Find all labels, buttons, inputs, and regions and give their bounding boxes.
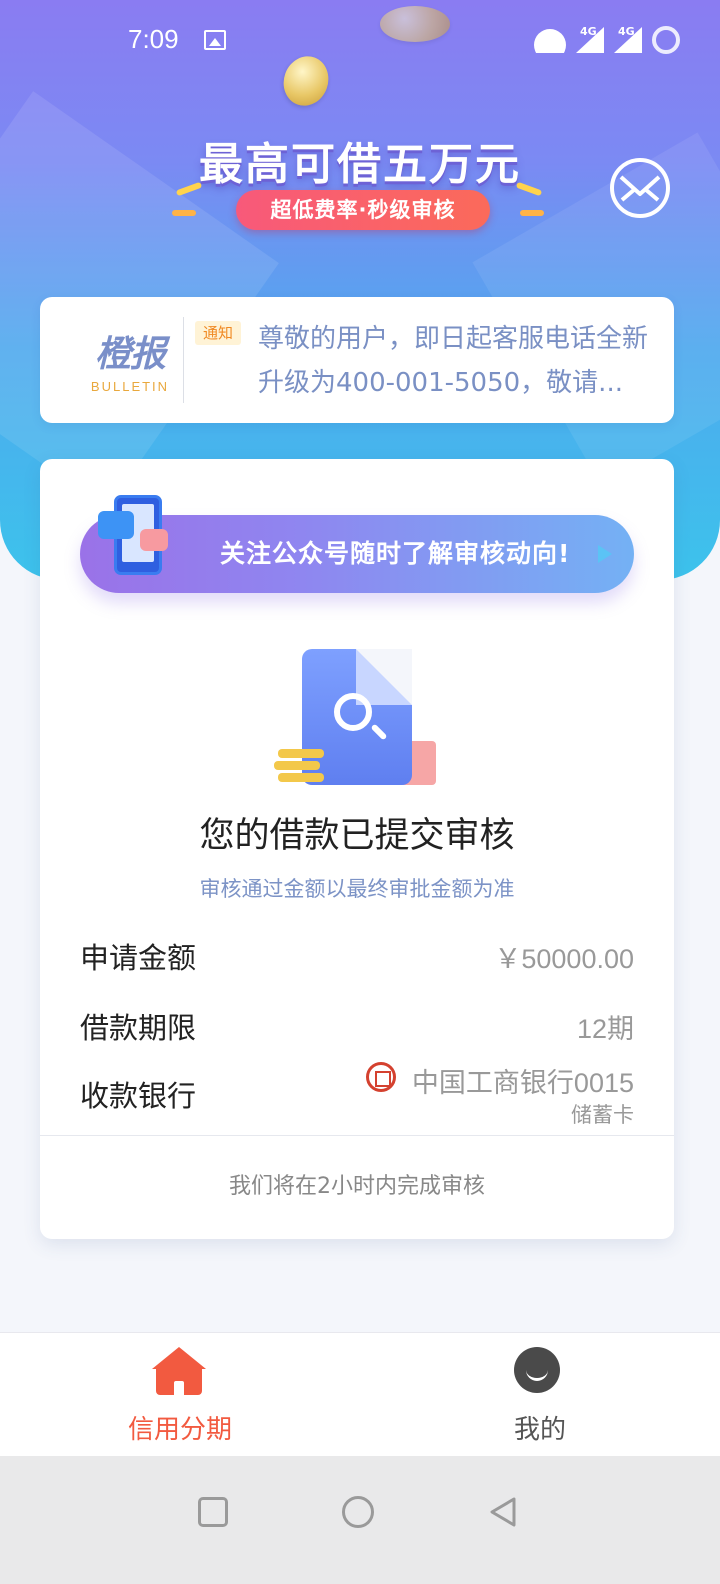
term-value: 12期 [576,1014,634,1044]
tab-label: 我的 [513,1415,566,1445]
follow-account-banner[interactable]: 关注公众号随时了解审核动向! [80,515,634,593]
status-time: 7:09 [128,24,179,54]
recent-apps-button[interactable] [198,1497,228,1527]
bulletin-card[interactable]: 橙报 BULLETIN 通知 尊敬的用户，即日起客服电话全新升级为400-001… [40,297,674,423]
tab-credit-installment[interactable]: 信用分期 [0,1333,360,1457]
bulletin-logo-subtext: BULLETIN [90,379,170,394]
amount-label: 申请金额 [80,941,197,975]
notice-tag: 通知 [195,321,241,345]
back-arrow-icon [490,1497,516,1527]
cell-signal-icon: 4G [614,25,642,53]
status-bar: 7:09 4G 4G [0,0,720,82]
review-status-title: 您的借款已提交审核 [199,816,515,856]
cell-signal-icon: 4G [576,25,604,53]
divider [183,317,184,403]
back-button[interactable] [488,1496,518,1528]
banner-subtitle-pill: 超低费率·秒级审核 [236,190,490,230]
battery-icon [652,26,680,54]
sparkle-decoration [520,210,544,216]
bank-value: 中国工商银行0015 [411,1068,634,1098]
home-button[interactable] [342,1496,374,1528]
bank-label: 收款银行 [80,1079,197,1113]
chat-bubble-icon [98,511,134,539]
icbc-bank-icon [366,1062,396,1092]
bank-card-type: 储蓄卡 [571,1104,634,1127]
envelope-icon [619,175,661,202]
review-status-subtitle: 审核通过金额以最终审批金额为准 [199,877,515,901]
tab-mine[interactable]: 我的 [360,1333,720,1457]
user-icon [514,1347,560,1397]
play-arrow-icon [598,545,612,563]
tab-label: 信用分期 [127,1415,232,1445]
coins-icon [274,749,324,783]
bulletin-text: 尊敬的用户，即日起客服电话全新升级为400-001-5050，敬请... [258,324,649,398]
follow-banner-text: 关注公众号随时了解审核动向! [220,539,571,568]
magnifier-icon [334,693,372,731]
chat-bubble-icon [140,529,168,551]
bulletin-logo: 橙报 BULLETIN [70,325,190,394]
image-notification-icon [204,30,226,50]
amount-value: ￥50000.00 [494,944,634,974]
review-footer-note: 我们将在2小时内完成审核 [229,1174,485,1199]
term-label: 借款期限 [80,1011,197,1045]
wifi-icon [534,27,566,53]
network-type-label: 4G [618,25,635,38]
bottom-tab-bar: 信用分期 我的 [0,1332,720,1456]
status-indicators: 4G 4G [534,25,680,54]
home-icon [152,1347,206,1397]
message-button[interactable] [610,158,670,218]
system-navigation-bar [0,1456,720,1584]
review-card: 关注公众号随时了解审核动向! 您的借款已提交审核 审核通过金额以最终审批金额为准… [40,459,674,1239]
sparkle-decoration [172,210,196,216]
bulletin-logo-text: 橙报 [94,334,166,375]
network-type-label: 4G [580,25,597,38]
